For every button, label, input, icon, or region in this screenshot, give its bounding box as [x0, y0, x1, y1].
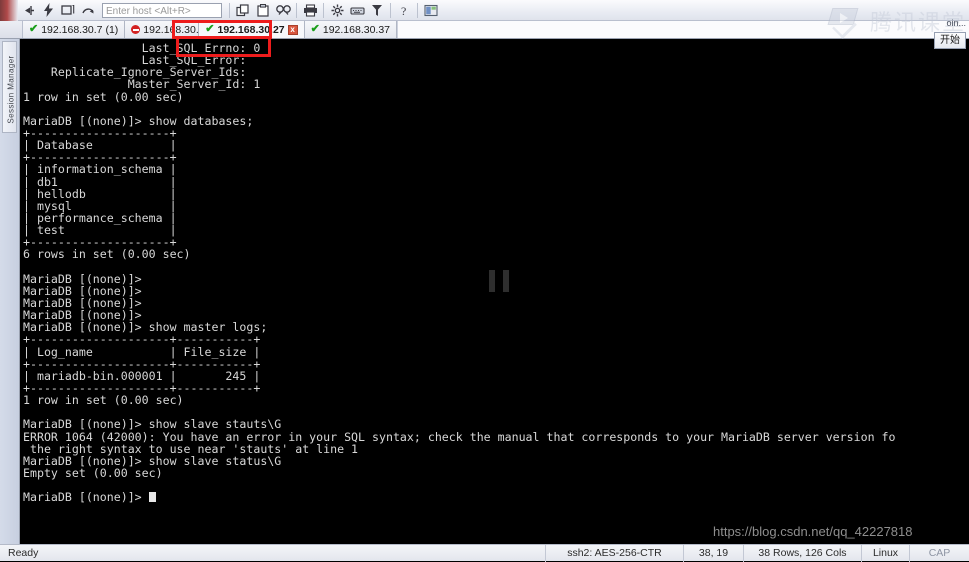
terminal-line: MariaDB [(none)]> show slave status\G: [23, 453, 282, 468]
find-icon[interactable]: [273, 1, 293, 20]
terminal-output[interactable]: Last_SQL_Errno: 0 Last_SQL_Error: Replic…: [21, 39, 969, 544]
terminal-line: the right syntax to use near 'stauts' at…: [23, 441, 359, 456]
session-manager-label: Session Manager: [6, 55, 16, 124]
toolbar-left-strip: [0, 0, 18, 21]
status-dimensions: 38 Rows, 126 Cols: [743, 544, 861, 562]
session-tab-label: 192.168.30.37: [322, 23, 391, 36]
blog-url-watermark: https://blog.csdn.net/qq_42227818: [713, 526, 913, 539]
filter-icon[interactable]: [367, 1, 387, 20]
terminal-line: 6 rows in set (0.00 sec): [23, 247, 191, 262]
join-label: oin...: [946, 18, 966, 28]
terminal-cursor: [148, 492, 156, 503]
reconnect-icon[interactable]: [78, 1, 98, 20]
print-icon[interactable]: [300, 1, 320, 20]
close-icon[interactable]: x: [287, 24, 298, 35]
quick-connect-icon[interactable]: [38, 1, 58, 20]
terminal-line: | db1 |: [23, 174, 177, 189]
session-manager-icon[interactable]: [421, 1, 441, 20]
status-caps: CAP: [909, 544, 969, 562]
help-icon[interactable]: ?: [394, 1, 414, 20]
keyboard-icon[interactable]: [347, 1, 367, 20]
terminal-line: ERROR 1064 (42000): You have an error in…: [23, 429, 896, 444]
terminal-line: +--------------------+-----------+: [23, 332, 261, 347]
start-button[interactable]: 开始: [934, 32, 966, 49]
terminal-line: Empty set (0.00 sec): [23, 465, 163, 480]
terminal-line: | hellodb |: [23, 186, 177, 201]
disconnect-icon[interactable]: [18, 1, 38, 20]
status-platform: Linux: [861, 544, 909, 562]
main-toolbar: Enter host <Alt+R> ?: [0, 0, 969, 21]
session-manager-tab[interactable]: Session Manager: [2, 41, 17, 133]
toolbar-separator: [323, 2, 324, 18]
terminal-line: MariaDB [(none)]>: [23, 491, 969, 503]
connected-check-icon: ✔: [29, 23, 39, 35]
clone-session-icon[interactable]: [58, 1, 78, 20]
status-cursor-position: 38, 19: [683, 544, 743, 562]
toolbar-separator: [417, 2, 418, 18]
copy-icon[interactable]: [233, 1, 253, 20]
terminal-line: MariaDB [(none)]> show slave stauts\G: [23, 417, 282, 432]
session-tab-bar: ✔ 192.168.30.7 (1) 192.168.30.1 ✔ 192.16…: [0, 21, 969, 39]
terminal-line: 1 row in set (0.00 sec): [23, 393, 184, 408]
terminal-line: +--------------------+-----------+: [23, 356, 261, 371]
session-tab-2[interactable]: 192.168.30.1: [125, 21, 200, 38]
session-options-icon[interactable]: [327, 1, 347, 20]
session-tab-label: 192.168.30.7 (1): [41, 23, 119, 36]
session-tab-label: 192.168.30.1: [143, 23, 200, 36]
status-ready: Ready: [8, 547, 39, 559]
join-overlay: oin... 开始: [921, 18, 967, 54]
terminal-line: Master_Server_Id: 1: [23, 77, 261, 92]
terminal-line: MariaDB [(none)]>: [23, 295, 142, 310]
tab-bar-gutter: [0, 21, 23, 38]
session-tab-3-active[interactable]: ✔ 192.168.30.27 x: [199, 21, 305, 38]
session-manager-rail[interactable]: Session Manager: [0, 39, 20, 544]
paste-icon[interactable]: [253, 1, 273, 20]
terminal-line: | information_schema |: [23, 162, 177, 177]
tab-bar-empty-area: [397, 21, 969, 38]
status-protocol: ssh2: AES-256-CTR: [545, 544, 683, 562]
terminal-line: | Log_name | File_size |: [23, 344, 261, 359]
toolbar-separator: [390, 2, 391, 18]
session-tab-1[interactable]: ✔ 192.168.30.7 (1): [23, 21, 126, 38]
terminal-line: 1 row in set (0.00 sec): [23, 89, 184, 104]
connected-check-icon: ✔: [205, 23, 215, 35]
session-tab-4[interactable]: ✔ 192.168.30.37: [304, 21, 398, 38]
connected-check-icon: ✔: [310, 23, 320, 35]
toolbar-separator: [229, 2, 230, 18]
toolbar-separator: [296, 2, 297, 18]
svg-text:?: ?: [401, 4, 406, 17]
status-bar: Ready ssh2: AES-256-CTR 38, 19 38 Rows, …: [0, 544, 969, 562]
host-input[interactable]: Enter host <Alt+R>: [102, 2, 222, 18]
pause-icon: [489, 270, 509, 292]
disconnected-error-icon: [131, 25, 141, 34]
session-tab-label: 192.168.30.27: [217, 23, 285, 36]
